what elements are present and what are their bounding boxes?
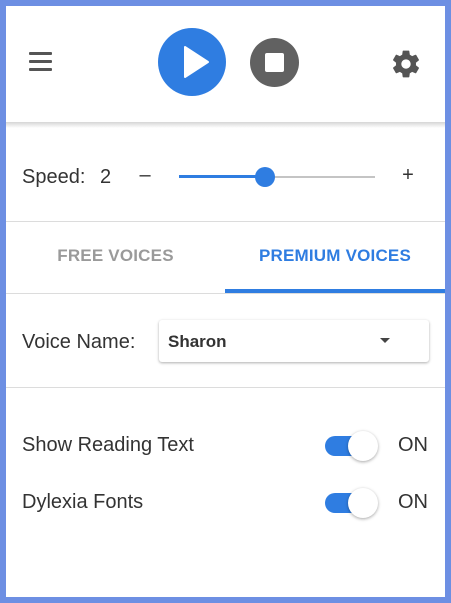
stop-button[interactable] <box>250 38 299 87</box>
toggle-thumb <box>348 431 378 461</box>
stop-icon <box>265 53 284 72</box>
settings-button[interactable] <box>390 48 422 80</box>
dyslexia-fonts-state: ON <box>398 491 428 513</box>
caret-down-icon <box>380 338 390 343</box>
voice-select[interactable]: Sharon <box>159 320 429 362</box>
play-button[interactable] <box>158 28 226 96</box>
play-icon <box>184 46 209 78</box>
divider <box>6 293 445 294</box>
slider-thumb[interactable] <box>255 167 276 187</box>
voice-name-label: Voice Name: <box>22 331 136 353</box>
speed-increase-button[interactable]: + <box>397 164 419 188</box>
hamburger-menu-icon[interactable] <box>29 52 53 72</box>
voice-selected-value: Sharon <box>168 332 227 351</box>
tab-premium-voices[interactable]: PREMIUM VOICES <box>225 222 445 294</box>
tab-free-voices[interactable]: FREE VOICES <box>6 222 225 294</box>
show-reading-text-state: ON <box>398 434 428 456</box>
show-reading-text-toggle[interactable] <box>324 429 378 461</box>
speed-row: Speed: 2 – + <box>6 128 445 221</box>
toolbar <box>6 6 445 124</box>
speed-value: 2 <box>100 166 112 188</box>
dyslexia-fonts-label: Dylexia Fonts <box>22 491 144 513</box>
speed-slider[interactable] <box>179 166 375 188</box>
speed-decrease-button[interactable]: – <box>134 164 156 188</box>
divider <box>6 387 445 388</box>
popup-panel: Speed: 2 – + FREE VOICES PREMIUM VOICES … <box>6 6 445 597</box>
gear-icon <box>393 50 419 78</box>
show-reading-text-label: Show Reading Text <box>22 434 194 456</box>
dyslexia-fonts-toggle[interactable] <box>324 486 378 518</box>
toggle-thumb <box>348 488 378 518</box>
speed-label: Speed: <box>22 166 86 188</box>
slider-fill <box>179 175 266 178</box>
